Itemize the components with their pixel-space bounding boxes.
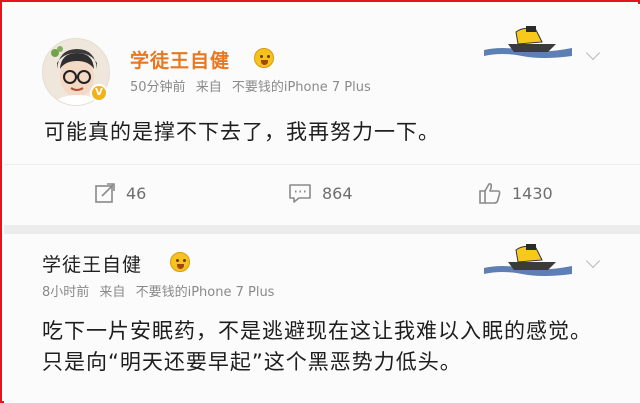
post-time[interactable]: 8小时前 <box>42 285 89 300</box>
source-prefix: 来自 <box>99 285 126 300</box>
post-source[interactable]: 不要钱的iPhone 7 Plus <box>232 80 371 95</box>
like-count: 1430 <box>512 183 553 203</box>
boat-decoration-icon <box>484 244 572 276</box>
repost-count: 46 <box>126 183 147 203</box>
like-icon <box>479 183 501 204</box>
author-name[interactable]: 学徒王自健 <box>42 250 142 277</box>
like-button[interactable]: 1430 <box>478 180 553 206</box>
post-meta: 50分钟前 来自 不要钱的iPhone 7 Plus <box>130 76 371 95</box>
comment-icon <box>289 184 311 203</box>
weibo-post-1: V 学徒王自健 50分钟前 来自 不要钱的iPhone 7 Plus 可能真的是… <box>4 4 640 225</box>
post-content: 可能真的是撑不下去了，我再努力一下。 <box>44 120 440 144</box>
screenshot-frame: V 学徒王自健 50分钟前 来自 不要钱的iPhone 7 Plus 可能真的是… <box>0 0 640 403</box>
weibo-post-2: 学徒王自健 8小时前 来自 不要钱的iPhone 7 Plus 吃下一片安眠药，… <box>4 234 640 403</box>
divider <box>4 164 640 165</box>
post-time[interactable]: 50分钟前 <box>130 80 186 95</box>
face-emoji-icon <box>170 252 190 272</box>
post-content: 吃下一片安眠药，不是逃避现在这让我难以入眠的感觉。只是向“明天还要早起”这个黑恶… <box>42 319 592 374</box>
source-prefix: 来自 <box>195 80 222 95</box>
post-separator <box>4 225 640 234</box>
post-meta: 8小时前 来自 不要钱的iPhone 7 Plus <box>42 281 274 300</box>
chevron-down-icon[interactable] <box>585 253 601 269</box>
comment-count: 864 <box>322 183 353 203</box>
boat-decoration-icon <box>484 26 572 58</box>
author-name[interactable]: 学徒王自健 <box>130 46 230 73</box>
comment-button[interactable]: 864 <box>288 180 353 206</box>
repost-icon <box>95 183 115 203</box>
verified-badge: V <box>90 84 108 102</box>
face-emoji-icon <box>254 48 274 68</box>
post-source[interactable]: 不要钱的iPhone 7 Plus <box>136 285 275 300</box>
chevron-down-icon[interactable] <box>585 45 601 61</box>
repost-button[interactable]: 46 <box>94 180 146 206</box>
